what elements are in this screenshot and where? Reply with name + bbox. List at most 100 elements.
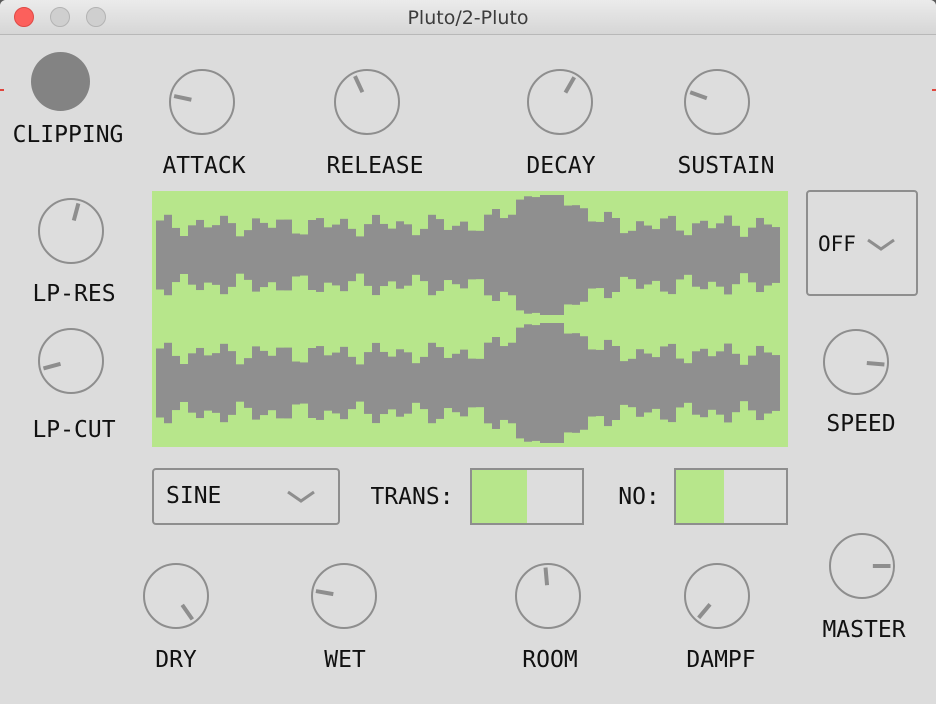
speed-knob[interactable]: [823, 329, 889, 395]
clipping-label: CLIPPING: [12, 122, 124, 148]
waveform-bar: [196, 219, 204, 291]
sustain-label: SUSTAIN: [677, 153, 775, 179]
waveform-bar: [260, 222, 268, 288]
waveform-bar: [388, 228, 396, 282]
knob-pointer: [543, 567, 550, 586]
no-toggle-fill: [676, 470, 725, 523]
no-toggle[interactable]: [674, 468, 788, 525]
wet-knob[interactable]: [311, 563, 377, 629]
waveform-bar: [676, 230, 684, 280]
wet-label: WET: [324, 647, 366, 673]
waveform-bar: [652, 229, 660, 281]
waveform-bar: [668, 215, 676, 295]
knob-pointer: [315, 589, 334, 597]
waveform-bar: [220, 215, 228, 295]
waveform-bar: [476, 358, 484, 408]
waveform-bar: [620, 361, 628, 405]
waveform-bar: [724, 343, 732, 423]
waveform-bar: [684, 235, 692, 275]
waveform-bar: [764, 352, 772, 414]
waveform-bar: [692, 223, 700, 287]
waveform-select[interactable]: SINE: [152, 468, 340, 525]
waveform-bar: [540, 195, 548, 315]
waveform-bar: [660, 218, 668, 292]
dry-knob[interactable]: [143, 563, 209, 629]
waveform-bar: [772, 355, 780, 411]
lp-res-knob[interactable]: [38, 198, 104, 264]
mode-select[interactable]: OFF: [806, 190, 918, 296]
knob-pointer: [563, 76, 576, 94]
knob-pointer: [180, 603, 194, 621]
plugin-window: Pluto/2-Pluto CLIPPING ATTACK RELEASE DE…: [0, 0, 936, 704]
waveform-bar: [564, 205, 572, 305]
decay-label: DECAY: [526, 153, 596, 179]
dampf-knob[interactable]: [684, 563, 750, 629]
decay-knob[interactable]: [527, 69, 593, 135]
waveform-bar: [244, 358, 252, 408]
waveform-bar: [220, 343, 228, 423]
waveform-bar: [348, 356, 356, 410]
waveform-bar: [260, 350, 268, 416]
knob-pointer: [353, 75, 365, 94]
release-knob[interactable]: [334, 69, 400, 135]
waveform-bar: [772, 227, 780, 283]
lp-cut-knob[interactable]: [38, 328, 104, 394]
waveform-bar: [292, 361, 300, 405]
waveform-bar: [612, 218, 620, 292]
waveform-bar: [588, 221, 596, 289]
waveform-bar: [188, 225, 196, 285]
waveform-bar: [500, 346, 508, 420]
waveform-bar: [204, 355, 212, 411]
waveform-bar: [388, 356, 396, 410]
waveform-bar: [340, 346, 348, 420]
trans-toggle-fill: [472, 470, 527, 523]
waveform-bar: [492, 337, 500, 429]
knob-pointer: [872, 564, 891, 568]
waveform-bar: [316, 346, 324, 420]
waveform-bar: [532, 325, 540, 441]
attack-knob[interactable]: [169, 69, 235, 135]
knob-pointer: [71, 202, 81, 222]
lp-res-label: LP-RES: [32, 281, 116, 307]
sustain-knob[interactable]: [684, 69, 750, 135]
waveform-bar: [324, 227, 332, 283]
waveform-bar: [620, 233, 628, 277]
waveform-bar: [452, 353, 460, 413]
waveform-bar: [764, 224, 772, 286]
waveform-bar: [484, 214, 492, 296]
waveform-bar: [372, 214, 380, 296]
waveform-bar: [468, 358, 476, 408]
waveform-bar: [380, 351, 388, 415]
clipping-led: [31, 52, 90, 111]
title-bar[interactable]: Pluto/2-Pluto: [0, 0, 936, 35]
waveform-bar: [756, 217, 764, 293]
waveform-bar: [444, 357, 452, 409]
room-knob[interactable]: [515, 563, 581, 629]
waveform-bar: [756, 345, 764, 421]
master-knob[interactable]: [829, 533, 895, 599]
waveform-bar: [236, 236, 244, 274]
waveform-bar: [212, 225, 220, 285]
waveform-bar: [380, 223, 388, 287]
waveform-bar: [708, 356, 716, 410]
waveform-bar: [740, 364, 748, 402]
waveform-bar: [524, 324, 532, 442]
waveform-bar: [284, 219, 292, 291]
waveform-bar: [676, 358, 684, 408]
waveform-bar: [652, 357, 660, 409]
waveform-bar: [700, 348, 708, 418]
waveform-bar: [612, 346, 620, 420]
waveform-bar: [516, 199, 524, 311]
waveform-bar: [420, 356, 428, 410]
waveform-bar: [492, 209, 500, 301]
waveform-bar: [572, 333, 580, 433]
waveform-bar: [580, 208, 588, 302]
waveform-bar: [636, 349, 644, 417]
waveform-bar: [364, 224, 372, 286]
waveform-bar: [252, 346, 260, 420]
waveform-select-value: SINE: [166, 483, 222, 509]
waveform-bar: [212, 353, 220, 413]
waveform-bar: [244, 230, 252, 280]
trans-toggle[interactable]: [470, 468, 584, 525]
waveform-bar: [372, 342, 380, 424]
